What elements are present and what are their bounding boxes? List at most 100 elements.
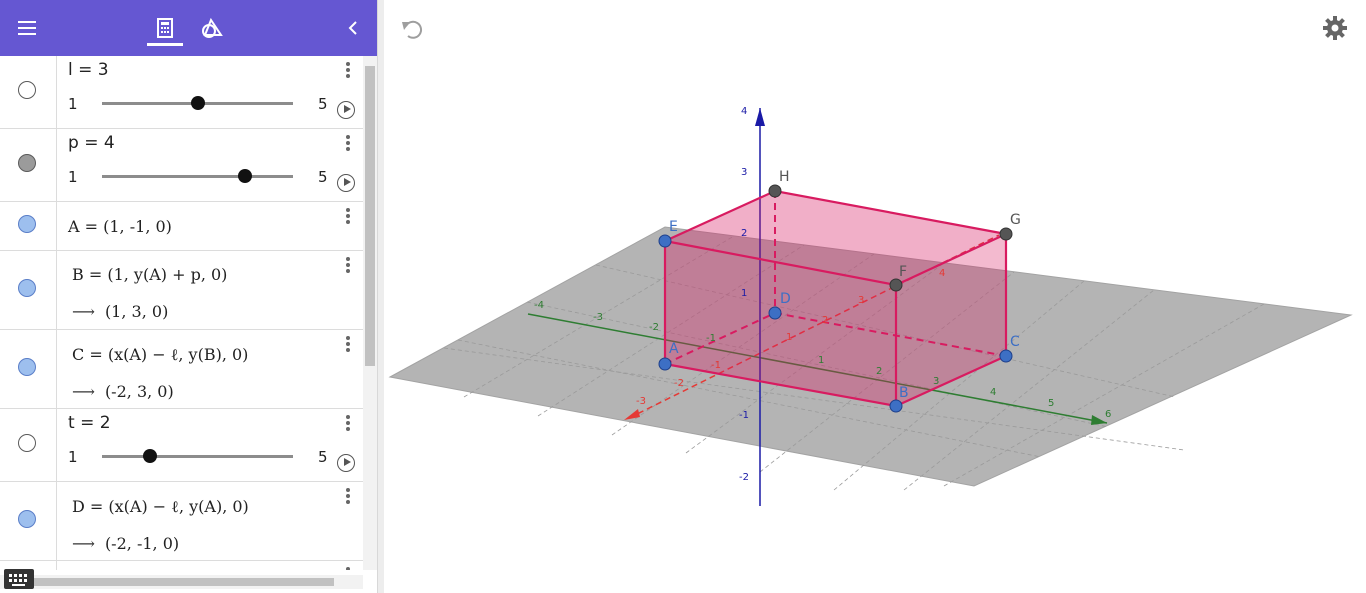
visibility-toggle[interactable]: [18, 434, 36, 452]
active-tab-indicator: [147, 43, 183, 46]
more-options-icon[interactable]: [340, 206, 356, 226]
slider-max: 5: [318, 168, 328, 186]
more-options-icon[interactable]: [340, 133, 356, 153]
play-icon[interactable]: [337, 174, 355, 192]
value-text: (1, 3, 0): [104, 302, 169, 321]
z-tick: -1: [739, 410, 749, 421]
scrollbar-thumb[interactable]: [34, 578, 334, 586]
marble-column: [0, 129, 57, 201]
x-tick: -3: [636, 396, 646, 407]
slider-min: 1: [68, 168, 78, 186]
value-text: (-2, 3, 0): [104, 382, 174, 401]
value-text: (-2, -1, 0): [104, 534, 180, 553]
slider-label[interactable]: l = 3: [68, 60, 109, 80]
more-options-icon[interactable]: [340, 334, 356, 354]
label-H: H: [779, 169, 790, 185]
definition-text[interactable]: A = (1, -1, 0): [68, 217, 172, 236]
visibility-toggle[interactable]: [18, 358, 36, 376]
y-tick: 3: [933, 376, 939, 387]
scrollbar-thumb[interactable]: [365, 66, 375, 366]
graphics-3d-view[interactable]: A B C D E F G H 4 3 2 1 -1 -2 -4 -3 -2 -…: [384, 0, 1366, 593]
z-tick: 2: [741, 228, 747, 239]
slider-row-p: p = 4 1 5: [0, 129, 363, 202]
x-tick: -2: [674, 378, 684, 389]
y-tick: 1: [818, 355, 824, 366]
chevron-left-icon[interactable]: [337, 12, 369, 44]
algebra-item-A: A = (1, -1, 0): [0, 202, 363, 251]
play-icon[interactable]: [337, 101, 355, 119]
slider-min: 1: [68, 448, 78, 466]
slider-thumb[interactable]: [142, 449, 157, 463]
3d-scene[interactable]: A B C D E F G H 4 3 2 1 -1 -2 -4 -3 -2 -…: [384, 0, 1366, 593]
panel-divider[interactable]: [377, 0, 384, 593]
z-tick: 3: [741, 167, 747, 178]
vertical-scrollbar[interactable]: [363, 56, 377, 570]
point-B[interactable]: [889, 399, 903, 413]
visibility-toggle[interactable]: [18, 215, 36, 233]
algebra-panel: l = 3 1 5 p = 4 1 5 A = (1, -1, 0) B = (…: [0, 0, 377, 593]
play-icon[interactable]: [337, 454, 355, 472]
definition-text[interactable]: D = (x(A) − ℓ, y(A), 0): [72, 497, 249, 517]
marble-column: [0, 330, 57, 408]
z-tick: 1: [741, 288, 747, 299]
label-A: A: [669, 341, 679, 357]
point-H[interactable]: [768, 184, 782, 198]
more-options-icon[interactable]: [340, 255, 356, 275]
point-G[interactable]: [999, 227, 1013, 241]
visibility-toggle[interactable]: [18, 279, 36, 297]
output-value: ⟶ (1, 3, 0): [72, 302, 168, 321]
slider-label[interactable]: p = 4: [68, 133, 115, 153]
z-tick: -2: [739, 472, 749, 483]
definition-text[interactable]: B = (1, y(A) + p, 0): [72, 265, 227, 284]
undo-icon[interactable]: [400, 16, 426, 40]
label-E: E: [669, 219, 678, 235]
calculator-icon[interactable]: [149, 12, 181, 44]
algebra-item-B: B = (1, y(A) + p, 0) ⟶ (1, 3, 0): [0, 251, 363, 330]
slider-track[interactable]: [102, 175, 293, 178]
z-tick: 4: [741, 106, 747, 117]
output-arrow-icon: ⟶: [72, 382, 95, 401]
slider-row-t: t = 2 1 5: [0, 409, 363, 482]
point-F[interactable]: [889, 278, 903, 292]
geometry-tools-icon[interactable]: [196, 12, 228, 44]
z-axis-arrow: [755, 108, 765, 126]
algebra-item-C: C = (x(A) − ℓ, y(B), 0) ⟶ (-2, 3, 0): [0, 330, 363, 409]
slider-track[interactable]: [102, 455, 293, 458]
hamburger-menu-icon[interactable]: [12, 12, 44, 44]
slider-thumb[interactable]: [238, 169, 253, 183]
more-options-icon[interactable]: [340, 486, 356, 506]
marble-column: [0, 56, 57, 128]
gear-icon[interactable]: [1322, 15, 1348, 41]
point-E[interactable]: [658, 234, 672, 248]
more-options-icon[interactable]: [340, 413, 356, 433]
marble-column: [0, 409, 57, 481]
keyboard-icon[interactable]: [4, 569, 34, 589]
y-tick: -4: [534, 300, 544, 311]
algebra-item-D: D = (x(A) − ℓ, y(A), 0) ⟶ (-2, -1, 0): [0, 482, 363, 561]
x-tick: 4: [939, 268, 945, 279]
more-options-icon[interactable]: [340, 565, 356, 570]
slider-max: 5: [318, 95, 328, 113]
x-tick: 3: [858, 295, 864, 306]
visibility-toggle[interactable]: [18, 154, 36, 172]
x-tick: 2: [822, 315, 828, 326]
y-tick: -3: [593, 312, 603, 323]
y-tick: 4: [990, 387, 996, 398]
point-A[interactable]: [658, 357, 672, 371]
slider-max: 5: [318, 448, 328, 466]
y-tick: 5: [1048, 398, 1054, 409]
point-D[interactable]: [768, 306, 782, 320]
definition-text[interactable]: C = (x(A) − ℓ, y(B), 0): [72, 345, 248, 365]
x-tick: 1: [786, 332, 792, 343]
slider-thumb[interactable]: [190, 96, 205, 110]
point-C[interactable]: [999, 349, 1013, 363]
label-B: B: [899, 385, 909, 401]
visibility-toggle[interactable]: [18, 510, 36, 528]
output-value: ⟶ (-2, -1, 0): [72, 534, 179, 553]
slider-min: 1: [68, 95, 78, 113]
slider-label[interactable]: t = 2: [68, 413, 111, 433]
marble-column: [0, 251, 57, 329]
more-options-icon[interactable]: [340, 60, 356, 80]
visibility-toggle[interactable]: [18, 81, 36, 99]
horizontal-scrollbar[interactable]: [0, 575, 363, 589]
